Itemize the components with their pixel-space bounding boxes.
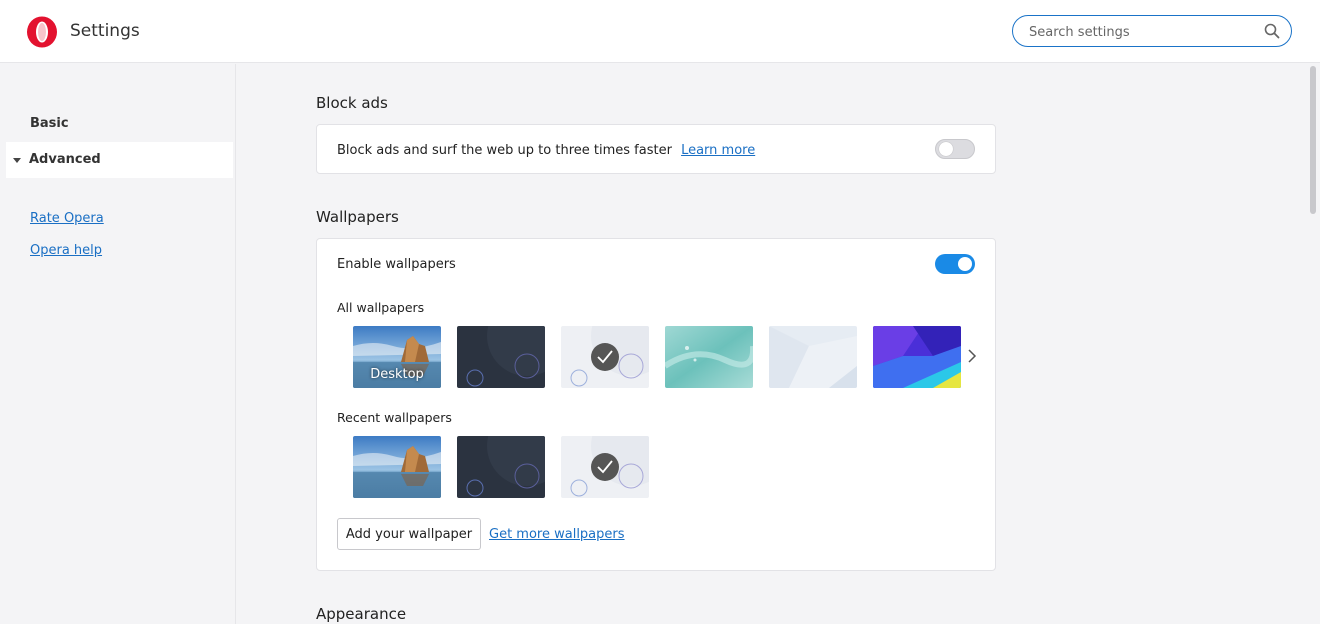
sidebar: Basic Advanced Rate Opera Opera help — [0, 64, 236, 624]
search-box[interactable] — [1012, 15, 1292, 47]
recent-wallpaper-thumb-light[interactable] — [561, 436, 649, 498]
search-icon[interactable] — [1264, 23, 1280, 39]
block-ads-card: Block ads and surf the web up to three t… — [316, 124, 996, 174]
dark-wallpaper-image — [457, 436, 545, 498]
toggle-knob — [939, 142, 953, 156]
recent-wallpaper-thumb-desktop[interactable] — [353, 436, 441, 498]
opera-help-link[interactable]: Opera help — [30, 243, 102, 258]
block-ads-title: Block ads — [316, 94, 388, 112]
wallpaper-thumb-purple[interactable] — [873, 326, 961, 388]
page-scrollbar[interactable] — [1306, 64, 1320, 624]
wallpaper-thumb-light[interactable] — [561, 326, 649, 388]
enable-wallpapers-toggle[interactable] — [935, 254, 975, 274]
selected-check-icon — [591, 343, 619, 371]
caret-down-icon — [13, 158, 21, 163]
wallpaper-thumb-teal[interactable] — [665, 326, 753, 388]
wallpapers-title: Wallpapers — [316, 208, 399, 226]
pale-wallpaper-image — [769, 326, 857, 388]
teal-wallpaper-image — [665, 326, 753, 388]
dark-wallpaper-image — [457, 326, 545, 388]
add-wallpaper-button[interactable]: Add your wallpaper — [337, 518, 481, 550]
search-input[interactable] — [1029, 22, 1259, 42]
rate-opera-link[interactable]: Rate Opera — [30, 211, 104, 226]
sidebar-item-basic[interactable]: Basic — [6, 106, 233, 142]
chevron-right-icon[interactable] — [966, 348, 978, 364]
landscape-image — [353, 436, 441, 498]
selected-check-icon — [591, 453, 619, 481]
enable-wallpapers-label: Enable wallpapers — [337, 257, 456, 272]
block-ads-text: Block ads and surf the web up to three t… — [337, 143, 672, 158]
purple-wallpaper-image — [873, 326, 961, 388]
scrollbar-thumb[interactable] — [1310, 66, 1316, 214]
opera-logo-icon — [27, 16, 57, 48]
sidebar-item-advanced[interactable]: Advanced — [6, 142, 233, 178]
get-more-wallpapers-link[interactable]: Get more wallpapers — [489, 527, 625, 542]
page-title: Settings — [70, 21, 140, 41]
recent-wallpaper-thumb-dark[interactable] — [457, 436, 545, 498]
top-bar: Settings — [0, 0, 1320, 63]
wallpaper-thumb-dark[interactable] — [457, 326, 545, 388]
appearance-title: Appearance — [316, 605, 407, 623]
sidebar-item-label: Basic — [30, 116, 69, 131]
wallpaper-label: Desktop — [370, 367, 424, 382]
wallpaper-thumb-pale[interactable] — [769, 326, 857, 388]
block-ads-description: Block ads and surf the web up to three t… — [337, 143, 755, 158]
toggle-knob — [958, 257, 972, 271]
learn-more-link[interactable]: Learn more — [681, 143, 755, 158]
block-ads-toggle[interactable] — [935, 139, 975, 159]
recent-wallpapers-label: Recent wallpapers — [337, 410, 452, 425]
all-wallpapers-label: All wallpapers — [337, 300, 425, 315]
wallpaper-thumb-desktop[interactable]: Desktop — [353, 326, 441, 388]
sidebar-item-label: Advanced — [29, 152, 101, 167]
